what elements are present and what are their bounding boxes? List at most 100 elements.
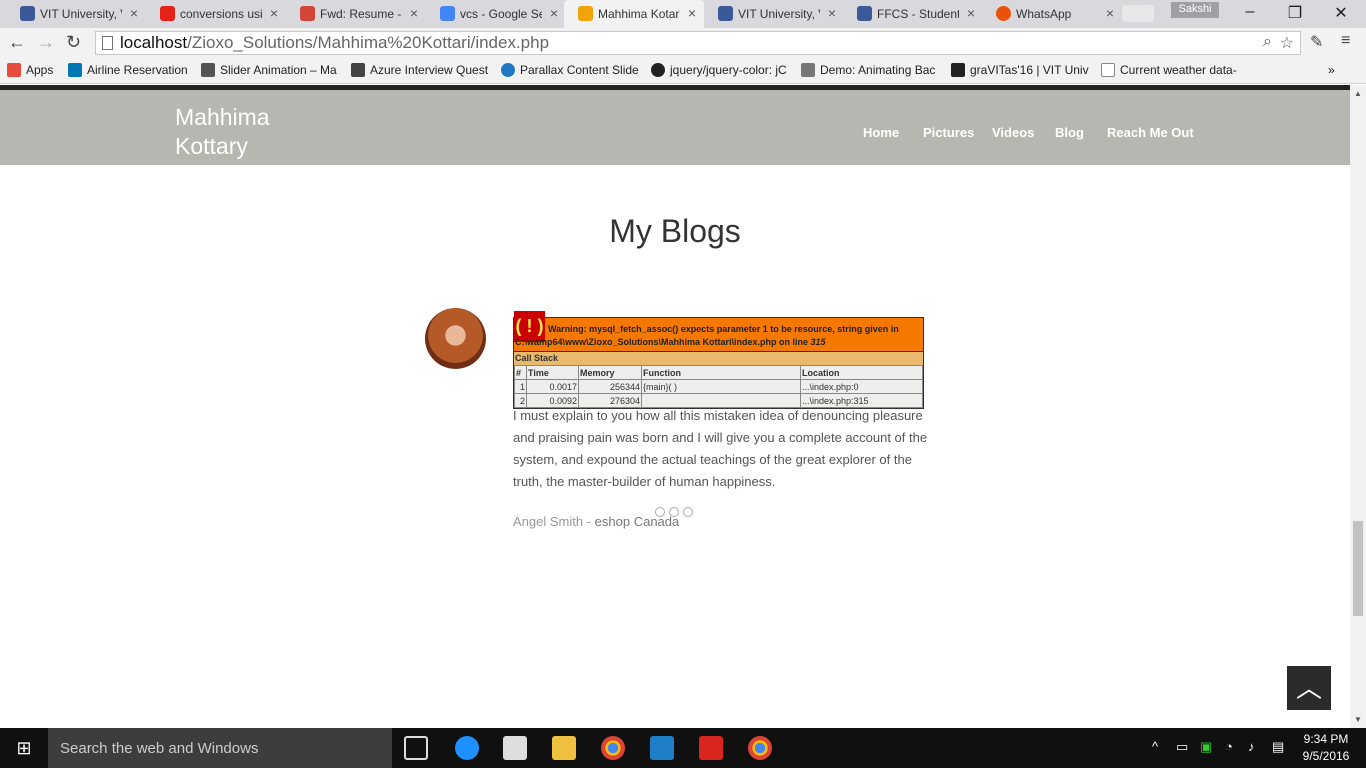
chrome-icon[interactable] [601,736,625,760]
browser-tab[interactable]: FFCS - Student × [843,0,983,28]
call-stack-table: # Time Memory Function Location 1 0.0017… [514,365,923,408]
carousel-dot[interactable] [683,507,693,517]
column-header: Function [641,365,801,380]
edge-icon[interactable] [455,736,479,760]
browser-tab[interactable]: WhatsApp × [982,0,1122,28]
tab-favicon-icon [160,6,175,21]
tab-favicon-icon [300,6,315,21]
notifications-icon[interactable]: ▤ [1272,739,1284,755]
tab-favicon-icon [440,6,455,21]
site-header: Mahhima Kottary Home Pictures Videos Blo… [0,90,1350,165]
bookmark-star-icon[interactable]: ☆ [1280,33,1294,53]
tab-label: VIT University, V [738,7,820,21]
apps-grid-icon [7,63,21,77]
page-icon [1101,63,1115,77]
close-tab-icon[interactable]: × [270,5,278,21]
bookmark-item[interactable]: Current weather data- [1101,63,1237,77]
bookmark-item[interactable]: Demo: Animating Bac [801,63,935,77]
close-tab-icon[interactable]: × [550,5,558,21]
chevron-up-icon: ︿ [1295,673,1322,703]
nav-reach-me-out[interactable]: Reach Me Out [1107,125,1194,140]
acrobat-icon[interactable] [699,736,723,760]
tab-label: vcs - Google Se [460,7,542,21]
tab-label: Fwd: Resume - s [320,7,402,21]
volume-icon[interactable]: ♪ [1248,739,1255,754]
close-tab-icon[interactable]: × [967,5,975,21]
wifi-icon[interactable]: ◔ [1225,739,1233,754]
browser-tab[interactable]: VIT University, V × [704,0,844,28]
bookmark-item[interactable]: graVITas'16 | VIT Univ [951,63,1089,77]
brand-line-1: Mahhima [175,104,270,130]
tab-label: VIT University, V [40,7,122,21]
profile-button[interactable]: Sakshi [1171,2,1219,18]
windows-start-icon[interactable]: ⊞ [0,728,48,768]
scroll-up-icon[interactable]: ▲ [1354,89,1362,98]
scrollbar-thumb[interactable] [1353,521,1363,616]
tab-label: conversions usi [180,7,262,21]
taskbar-search-input[interactable]: Search the web and Windows [48,728,392,768]
url-path: /Zioxo_Solutions/Mahhima%20Kottari/index… [187,33,550,52]
webstorm-icon[interactable] [650,736,674,760]
nav-pictures[interactable]: Pictures [923,125,974,140]
bookmark-item[interactable]: Parallax Content Slide [501,63,639,77]
bookmark-favicon-icon [351,63,365,77]
column-header: Location [800,365,923,380]
carousel-dot[interactable] [669,507,679,517]
restore-icon[interactable]: ❐ [1280,3,1310,23]
warning-header: ( ! ) Warning: mysql_fetch_assoc() expec… [514,311,923,351]
back-icon[interactable]: ← [8,32,26,53]
close-tab-icon[interactable]: × [410,5,418,21]
menu-icon[interactable]: ≡ [1341,32,1350,50]
url-bar[interactable]: localhost/Zioxo_Solutions/Mahhima%20Kott… [95,31,1301,55]
close-tab-icon[interactable]: × [688,5,696,21]
bookmark-item[interactable]: Slider Animation – Ma [201,63,337,77]
browser-tab[interactable]: vcs - Google Se × [426,0,566,28]
new-tab-button[interactable] [1122,5,1154,22]
nav-home[interactable]: Home [863,125,899,140]
show-hidden-icons-icon[interactable]: ^ [1152,739,1158,754]
address-toolbar: ← → ↻ localhost/Zioxo_Solutions/Mahhima%… [0,28,1366,58]
call-stack-label: Call Stack [514,351,923,365]
browser-tab[interactable]: conversions usi × [146,0,286,28]
close-tab-icon[interactable]: × [1106,5,1114,21]
chrome-icon[interactable] [748,736,772,760]
tab-favicon-icon [857,6,872,21]
tab-label: Mahhima Kotari [598,7,680,21]
wamp-icon[interactable]: ▣ [1200,739,1212,755]
reload-icon[interactable]: ↻ [66,32,81,53]
url-host: localhost [120,33,188,52]
close-tab-icon[interactable]: × [130,5,138,21]
task-view-icon[interactable] [404,736,428,760]
browser-tab-active[interactable]: Mahhima Kotari × [564,0,704,28]
close-tab-icon[interactable]: × [828,5,836,21]
bookmark-item[interactable]: Azure Interview Quest [351,63,488,77]
eyedropper-icon[interactable]: ✎ [1310,32,1323,52]
tab-label: FFCS - Student [877,7,959,21]
forward-icon[interactable]: → [37,32,55,53]
site-brand[interactable]: Mahhima Kottary [175,103,270,161]
tab-label: WhatsApp [1016,7,1072,21]
table-cell: {main}( ) [641,379,801,394]
browser-tab[interactable]: VIT University, V × [6,0,146,28]
close-window-icon[interactable]: ✕ [1326,3,1356,23]
scroll-down-icon[interactable]: ▼ [1354,715,1362,724]
file-explorer-icon[interactable] [552,736,576,760]
bookmark-item[interactable]: jquery/jquery-color: jC [651,63,787,77]
blog-author: Angel Smith - eshop Canada [513,514,679,529]
browser-tab[interactable]: Fwd: Resume - s × [286,0,426,28]
nav-blog[interactable]: Blog [1055,125,1084,140]
bookmarks-overflow-icon[interactable]: » [1328,63,1335,77]
author-site[interactable]: eshop Canada [595,514,680,529]
battery-icon[interactable]: ▭ [1176,739,1188,755]
page-scrollbar[interactable]: ▲ ▼ [1350,85,1366,728]
store-icon[interactable] [503,736,527,760]
scroll-to-top-button[interactable]: ︿ [1287,666,1331,710]
clock-date: 9/5/2016 [1302,749,1350,763]
bookmark-apps[interactable]: Apps [7,63,53,77]
bookmark-item[interactable]: Airline Reservation [68,63,188,77]
minimize-icon[interactable]: – [1235,3,1265,21]
nav-videos[interactable]: Videos [992,125,1034,140]
taskbar-clock[interactable]: 9:34 PM 9/5/2016 [1296,731,1356,765]
zoom-icon[interactable]: ⌕ [1263,33,1272,51]
carousel-dot[interactable] [655,507,665,517]
